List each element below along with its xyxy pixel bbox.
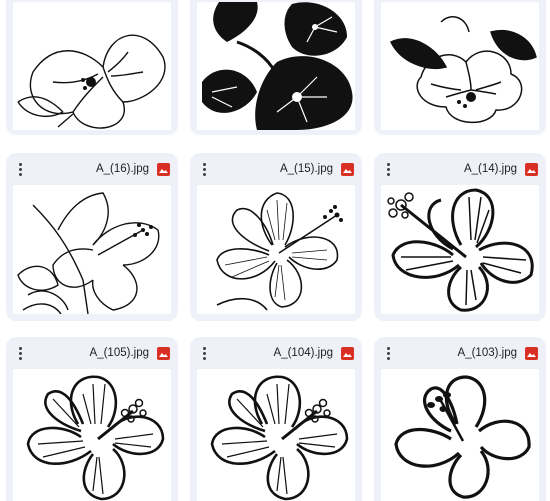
hibiscus-simple-image	[394, 375, 531, 499]
image-file-icon	[157, 162, 170, 176]
file-thumbnail[interactable]	[197, 369, 355, 501]
file-name: A_(15).jpg	[279, 163, 333, 175]
file-card[interactable]: A_(105).jpg	[6, 337, 178, 501]
file-thumbnail[interactable]	[13, 185, 171, 314]
file-thumbnail[interactable]	[381, 369, 539, 501]
hibiscus-bold-image	[387, 188, 534, 312]
file-card-header: A_(105).jpg	[6, 337, 178, 369]
hibiscus-bloom-image	[216, 192, 343, 311]
more-options-icon[interactable]	[380, 159, 396, 179]
file-thumbnail[interactable]	[13, 369, 171, 501]
more-options-icon[interactable]	[380, 343, 396, 363]
file-card[interactable]: A_(14).jpg	[374, 153, 546, 321]
image-file-icon	[525, 162, 538, 176]
file-thumbnail[interactable]	[197, 2, 355, 130]
file-name: A_(105).jpg	[89, 347, 149, 359]
file-card[interactable]	[190, 0, 362, 135]
hibiscus-outline-image	[26, 375, 165, 501]
file-thumbnail[interactable]	[13, 2, 171, 130]
more-options-icon[interactable]	[196, 343, 212, 363]
file-card[interactable]: A_(16).jpg	[6, 153, 178, 321]
file-card-header: A_(15).jpg	[190, 153, 362, 185]
hibiscus-branch-image	[17, 192, 160, 314]
file-grid: A_(16).jpg A_(15).jpg A_(14).jpg A_(105)…	[0, 0, 550, 501]
file-card-header: A_(14).jpg	[374, 153, 546, 185]
file-card[interactable]: A_(15).jpg	[190, 153, 362, 321]
file-card-header: A_(104).jpg	[190, 337, 362, 369]
hibiscus-silhouette-image	[202, 2, 353, 130]
file-card[interactable]	[374, 0, 546, 135]
file-name: A_(103).jpg	[457, 347, 517, 359]
file-card[interactable]	[6, 0, 178, 135]
more-options-icon[interactable]	[12, 343, 28, 363]
file-thumbnail[interactable]	[197, 185, 355, 314]
image-file-icon	[341, 346, 354, 360]
hibiscus-outline-image	[210, 375, 349, 501]
more-options-icon[interactable]	[196, 159, 212, 179]
file-card-header: A_(16).jpg	[6, 153, 178, 185]
file-name: A_(14).jpg	[463, 163, 517, 175]
file-name: A_(104).jpg	[273, 347, 333, 359]
hibiscus-sketch-image	[17, 34, 166, 129]
file-card-header: A_(103).jpg	[374, 337, 546, 369]
file-thumbnail[interactable]	[381, 185, 539, 314]
file-name: A_(16).jpg	[95, 163, 149, 175]
file-card[interactable]: A_(104).jpg	[190, 337, 362, 501]
image-file-icon	[157, 346, 170, 360]
image-file-icon	[341, 162, 354, 176]
file-card[interactable]: A_(103).jpg	[374, 337, 546, 501]
more-options-icon[interactable]	[12, 159, 28, 179]
hibiscus-leaves-image	[389, 16, 537, 124]
file-thumbnail[interactable]	[381, 2, 539, 130]
image-file-icon	[525, 346, 538, 360]
